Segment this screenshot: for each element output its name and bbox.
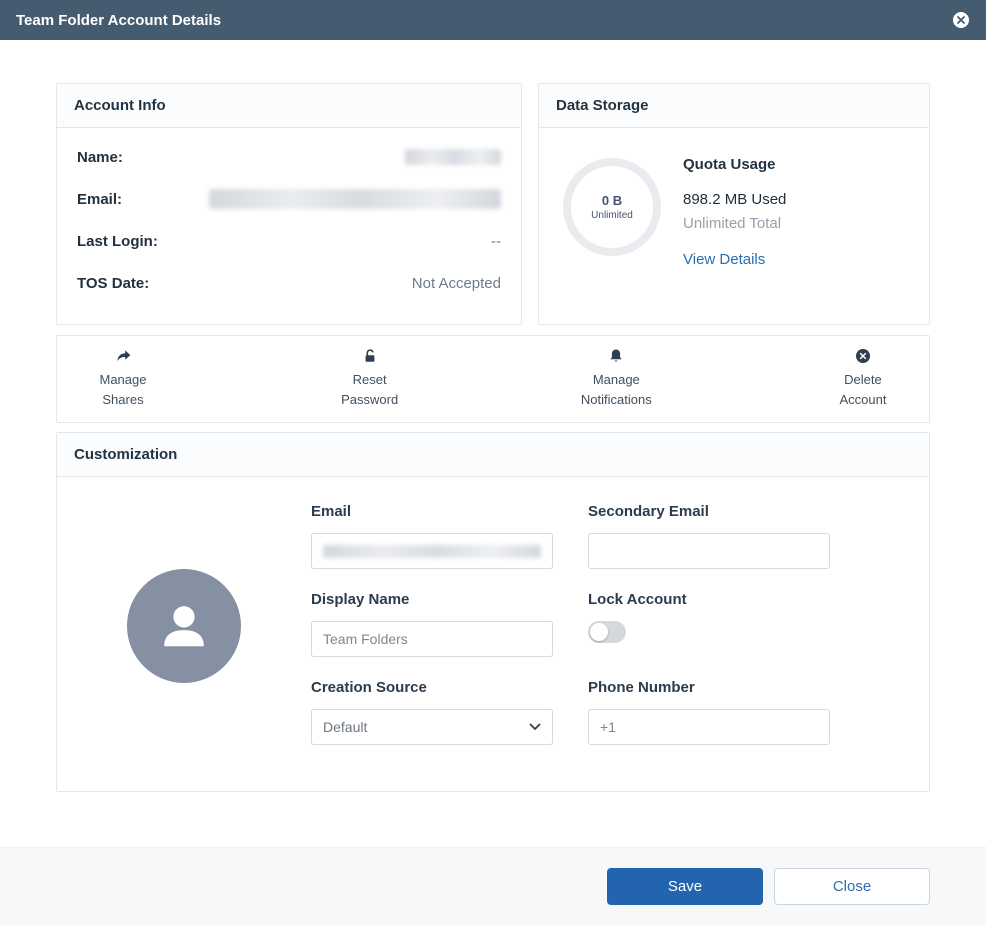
email-label: Email: xyxy=(77,191,122,208)
delete-account-label: Delete Account xyxy=(839,370,886,410)
tos-date-label: TOS Date: xyxy=(77,275,149,292)
creation-source-select-wrap: Default xyxy=(311,709,553,745)
reset-password-button[interactable]: Reset Password xyxy=(304,348,436,410)
email-input[interactable] xyxy=(311,533,553,569)
save-button[interactable]: Save xyxy=(607,868,763,905)
redacted-email-input-value xyxy=(323,545,541,558)
quota-total-value: Unlimited Total xyxy=(683,215,786,232)
email-field-group: Email xyxy=(311,503,553,569)
data-storage-card: Data Storage 0 B Unlimited Quota Usage 8… xyxy=(538,83,930,325)
manage-notifications-button[interactable]: Manage Notifications xyxy=(550,348,682,410)
delete-account-line1: Delete xyxy=(839,370,886,390)
quota-usage-heading: Quota Usage xyxy=(683,156,786,173)
customization-card: Customization Email Se xyxy=(56,432,930,792)
quota-ring-value: 0 B xyxy=(602,193,622,208)
manage-notifications-label: Manage Notifications xyxy=(581,370,652,410)
delete-account-line2: Account xyxy=(839,390,886,410)
manage-shares-label: Manage Shares xyxy=(100,370,147,410)
view-details-link[interactable]: View Details xyxy=(683,251,765,268)
account-info-card: Account Info Name: Email: Last Login: --… xyxy=(56,83,522,325)
modal-content: Account Info Name: Email: Last Login: --… xyxy=(0,40,986,847)
last-login-label: Last Login: xyxy=(77,233,158,250)
quota-ring: 0 B Unlimited xyxy=(563,158,661,256)
action-bar: Manage Shares Reset Password xyxy=(56,335,930,423)
phone-number-field-label: Phone Number xyxy=(588,679,830,696)
avatar-column xyxy=(57,503,311,745)
display-name-field-group: Display Name xyxy=(311,591,553,657)
modal-title: Team Folder Account Details xyxy=(16,12,221,29)
modal-footer: Save Close xyxy=(0,847,986,925)
creation-source-field-label: Creation Source xyxy=(311,679,553,696)
last-login-value: -- xyxy=(491,233,501,250)
email-field-label: Email xyxy=(311,503,553,520)
manage-notifications-line2: Notifications xyxy=(581,390,652,410)
redacted-email-value xyxy=(209,189,501,209)
display-name-input[interactable] xyxy=(311,621,553,657)
creation-source-select[interactable]: Default xyxy=(311,709,553,745)
share-icon xyxy=(115,348,132,364)
account-info-rows: Name: Email: Last Login: -- TOS Date: No… xyxy=(57,128,521,312)
quota-ring-label: Unlimited xyxy=(591,210,633,221)
bell-icon xyxy=(608,348,624,364)
info-row-name: Name: xyxy=(77,136,501,178)
lock-account-field-group: Lock Account xyxy=(588,591,830,657)
display-name-field-label: Display Name xyxy=(311,591,553,608)
toggle-knob xyxy=(590,623,608,641)
tos-date-value: Not Accepted xyxy=(412,275,501,292)
customization-body: Email Secondary Email Display Name Lock … xyxy=(57,477,929,791)
x-circle-icon xyxy=(855,348,871,364)
quota-used-value: 898.2 MB Used xyxy=(683,191,786,208)
info-row-tos-date: TOS Date: Not Accepted xyxy=(77,262,501,304)
phone-number-input[interactable] xyxy=(588,709,830,745)
account-info-title: Account Info xyxy=(57,84,521,128)
reset-password-line2: Password xyxy=(341,390,398,410)
lock-account-field-label: Lock Account xyxy=(588,591,830,608)
info-row-email: Email: xyxy=(77,178,501,220)
modal-header: Team Folder Account Details xyxy=(0,0,986,40)
secondary-email-field-group: Secondary Email xyxy=(588,503,830,569)
name-label: Name: xyxy=(77,149,123,166)
reset-password-label: Reset Password xyxy=(341,370,398,410)
quota-info: Quota Usage 898.2 MB Used Unlimited Tota… xyxy=(683,150,786,269)
customization-form: Email Secondary Email Display Name Lock … xyxy=(311,503,830,745)
manage-shares-button[interactable]: Manage Shares xyxy=(57,348,189,410)
redacted-name-value xyxy=(405,149,501,165)
secondary-email-input[interactable] xyxy=(588,533,830,569)
phone-number-field-group: Phone Number xyxy=(588,679,830,745)
manage-shares-line2: Shares xyxy=(100,390,147,410)
lock-account-toggle[interactable] xyxy=(588,621,626,643)
manage-shares-line1: Manage xyxy=(100,370,147,390)
unlock-icon xyxy=(362,348,378,364)
close-icon[interactable] xyxy=(952,11,970,29)
manage-notifications-line1: Manage xyxy=(581,370,652,390)
data-storage-body: 0 B Unlimited Quota Usage 898.2 MB Used … xyxy=(539,128,929,269)
delete-account-button[interactable]: Delete Account xyxy=(797,348,929,410)
creation-source-field-group: Creation Source Default xyxy=(311,679,553,745)
customization-title: Customization xyxy=(57,433,929,477)
close-button[interactable]: Close xyxy=(774,868,930,905)
avatar[interactable] xyxy=(127,569,241,683)
secondary-email-field-label: Secondary Email xyxy=(588,503,830,520)
info-row-last-login: Last Login: -- xyxy=(77,220,501,262)
top-row: Account Info Name: Email: Last Login: --… xyxy=(56,83,930,325)
reset-password-line1: Reset xyxy=(341,370,398,390)
data-storage-title: Data Storage xyxy=(539,84,929,128)
person-icon xyxy=(155,597,213,655)
